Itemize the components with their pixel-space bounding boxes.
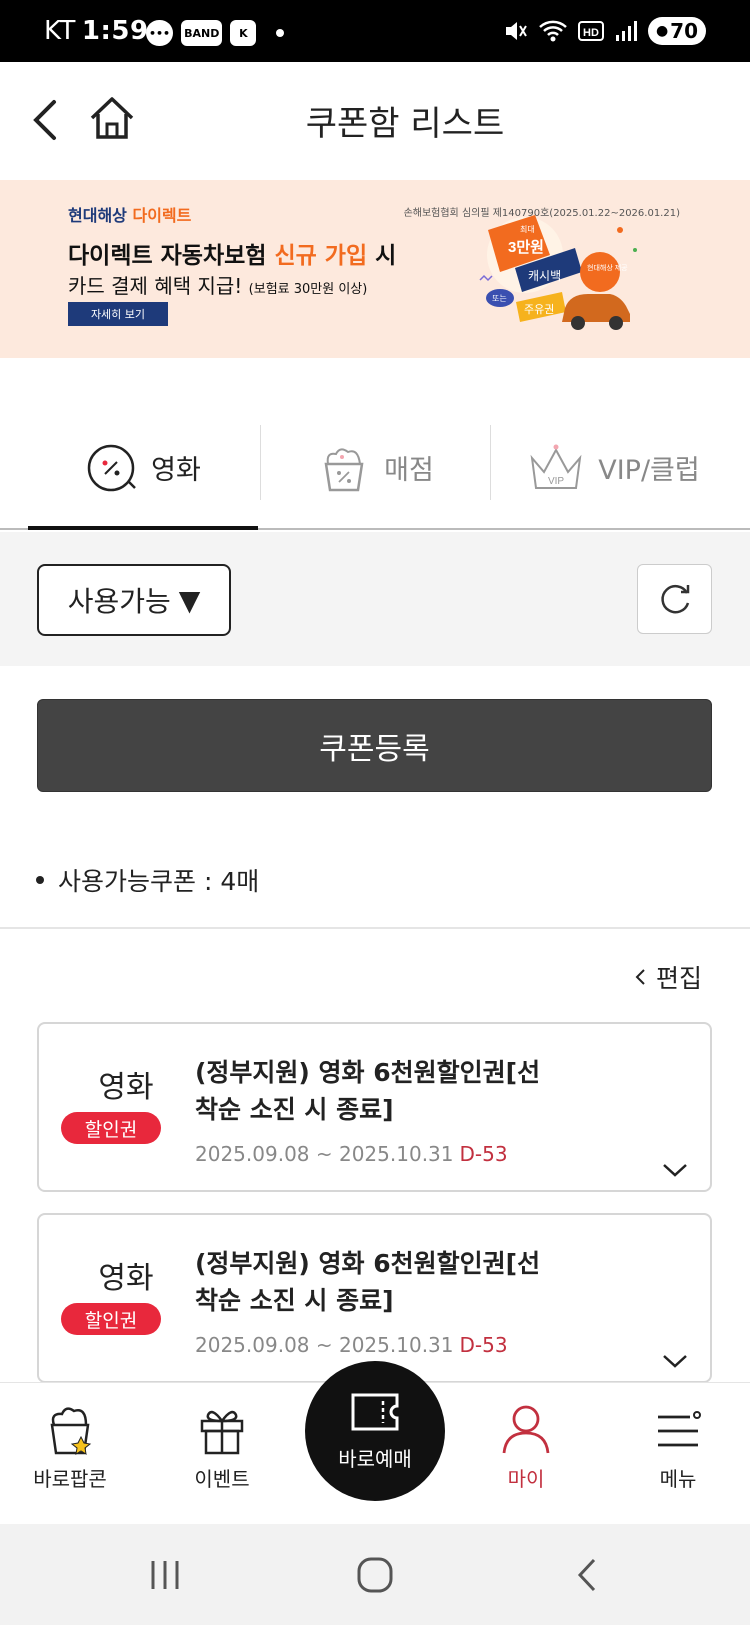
k-app-icon: K bbox=[230, 20, 257, 46]
menu-icon bbox=[658, 1411, 701, 1447]
banner-promo-art: 최대 3만원 캐시백 현대해상 제공 또는 주유권 bbox=[479, 215, 637, 330]
coupon-title: (정부지원) 영화 6천원할인권[선착순 소진 시 종료] bbox=[195, 1249, 541, 1315]
carrier-label: KT bbox=[44, 16, 76, 46]
movie-coupon-icon bbox=[87, 444, 137, 491]
coupon-category: 영화 bbox=[98, 1070, 154, 1105]
tab-movie-label: 영화 bbox=[151, 455, 201, 486]
coupon-category: 영화 bbox=[98, 1261, 154, 1296]
band-icon: BAND bbox=[181, 20, 223, 46]
page-title: 쿠폰함 리스트 bbox=[305, 104, 505, 144]
app-header: 쿠폰함 리스트 bbox=[0, 62, 750, 180]
banner-headline: 다이렉트 자동차보험 신규 가입 시 bbox=[68, 243, 397, 269]
coupon-dday: D-53 bbox=[459, 1333, 508, 1357]
svg-text:캐시백: 캐시백 bbox=[528, 269, 561, 283]
wifi-icon bbox=[539, 20, 567, 42]
nav-label: 이벤트 bbox=[194, 1467, 250, 1491]
svg-text:VIP: VIP bbox=[548, 476, 564, 487]
coupon-category-tabs: 영화 매점 VIP VIP/클럽 bbox=[0, 405, 750, 530]
mute-icon bbox=[505, 22, 527, 40]
tab-snack[interactable]: 매점 bbox=[262, 405, 490, 530]
coupon-dday: D-53 bbox=[459, 1142, 508, 1166]
nav-label: 바로예매 bbox=[338, 1446, 412, 1471]
gift-icon bbox=[200, 1410, 244, 1455]
refresh-icon bbox=[660, 584, 689, 614]
coupon-type-badge: 할인권 bbox=[61, 1112, 161, 1144]
chevron-left-icon bbox=[635, 969, 645, 985]
recent-apps-icon bbox=[151, 1561, 179, 1589]
back-icon bbox=[577, 1558, 596, 1592]
tab-divider bbox=[490, 425, 491, 500]
coupon-title: (정부지원) 영화 6천원할인권[선착순 소진 시 종료] bbox=[195, 1058, 541, 1124]
edit-button[interactable]: 편집 bbox=[634, 959, 702, 995]
nav-quick-booking[interactable]: 바로예매 bbox=[305, 1361, 445, 1501]
bottom-navigation: 바로팝콘 이벤트 바로예매 마이 메뉴 bbox=[0, 1361, 750, 1524]
coupon-validity: 2025.09.08 ~ 2025.10.31 D-53 bbox=[195, 1142, 508, 1166]
filter-bar: 사용가능 ▼ bbox=[0, 532, 750, 666]
coupon-type-badge: 할인권 bbox=[61, 1303, 161, 1335]
tab-divider bbox=[260, 425, 261, 500]
coupon-validity: 2025.09.08 ~ 2025.10.31 D-53 bbox=[195, 1333, 508, 1357]
available-coupon-count: 사용가능쿠폰 : 4매 bbox=[36, 862, 259, 898]
banner-detail-button[interactable]: 자세히 보기 bbox=[68, 302, 168, 326]
more-notifications-icon bbox=[276, 29, 285, 37]
system-status-icons: HD ● 70 bbox=[502, 17, 706, 45]
person-icon bbox=[502, 1405, 550, 1454]
coupon-card[interactable]: 영화 할인권 (정부지원) 영화 6천원할인권[선착순 소진 시 종료] 202… bbox=[37, 1022, 712, 1192]
ticket-icon bbox=[351, 1393, 399, 1430]
svg-text:최대: 최대 bbox=[520, 224, 535, 234]
vip-crown-icon: VIP bbox=[530, 444, 582, 489]
divider bbox=[0, 927, 750, 929]
nav-menu[interactable]: 메뉴 bbox=[618, 1401, 738, 1511]
svg-text:또는: 또는 bbox=[492, 294, 507, 303]
ad-banner[interactable]: 현대해상 다이렉트 손해보험협회 심의필 제140790호(2025.01.22… bbox=[0, 180, 750, 358]
svg-text:HD: HD bbox=[583, 27, 599, 39]
tab-vip-club[interactable]: VIP VIP/클럽 bbox=[494, 405, 734, 530]
system-back-button[interactable] bbox=[562, 1552, 612, 1598]
register-coupon-button[interactable]: 쿠폰등록 bbox=[37, 699, 712, 792]
banner-subline: 카드 결제 혜택 지급! (보험료 30만원 이상) bbox=[68, 274, 368, 298]
notification-icons: ••• BAND K bbox=[146, 20, 285, 46]
svg-text:주유권: 주유권 bbox=[524, 303, 554, 316]
tab-vip-label: VIP/클럽 bbox=[598, 455, 700, 486]
home-system-button[interactable] bbox=[350, 1552, 400, 1598]
status-bar: KT 1:59 ••• BAND K HD ● 70 bbox=[0, 0, 750, 62]
nav-label: 메뉴 bbox=[659, 1467, 697, 1491]
dropdown-arrow-icon: ▼ bbox=[178, 583, 201, 617]
message-icon: ••• bbox=[146, 20, 174, 46]
battery-indicator: ● 70 bbox=[647, 17, 706, 45]
chevron-down-icon[interactable] bbox=[660, 1160, 690, 1180]
status-filter-dropdown[interactable]: 사용가능 ▼ bbox=[37, 564, 231, 636]
tab-movie[interactable]: 영화 bbox=[28, 405, 258, 530]
nav-label: 마이 bbox=[507, 1467, 545, 1491]
clock: 1:59 bbox=[81, 16, 149, 46]
chevron-down-icon[interactable] bbox=[660, 1351, 690, 1371]
tab-snack-label: 매점 bbox=[384, 455, 434, 486]
active-tab-indicator bbox=[28, 526, 258, 530]
banner-brand: 현대해상 다이렉트 bbox=[68, 206, 192, 225]
nav-baro-popcorn[interactable]: 바로팝콘 bbox=[10, 1401, 130, 1511]
popcorn-coupon-icon bbox=[324, 447, 364, 491]
coupon-card[interactable]: 영화 할인권 (정부지원) 영화 6천원할인권[선착순 소진 시 종료] 202… bbox=[37, 1213, 712, 1383]
svg-text:3만원: 3만원 bbox=[508, 239, 544, 256]
hd-icon: HD bbox=[577, 21, 604, 41]
nav-my[interactable]: 마이 bbox=[466, 1401, 586, 1511]
status-time: KT 1:59 bbox=[44, 16, 149, 46]
nav-label: 바로팝콘 bbox=[33, 1467, 107, 1491]
recent-apps-button[interactable] bbox=[140, 1552, 190, 1598]
system-navigation-bar bbox=[0, 1524, 750, 1625]
home-circle-icon bbox=[357, 1557, 393, 1593]
svg-text:현대해상 제공: 현대해상 제공 bbox=[587, 263, 628, 272]
nav-event[interactable]: 이벤트 bbox=[162, 1401, 282, 1511]
bullet-icon bbox=[36, 876, 44, 884]
popcorn-icon bbox=[50, 1407, 92, 1455]
status-filter-value: 사용가능 bbox=[67, 585, 171, 618]
refresh-button[interactable] bbox=[637, 564, 712, 634]
signal-icon bbox=[615, 21, 637, 41]
